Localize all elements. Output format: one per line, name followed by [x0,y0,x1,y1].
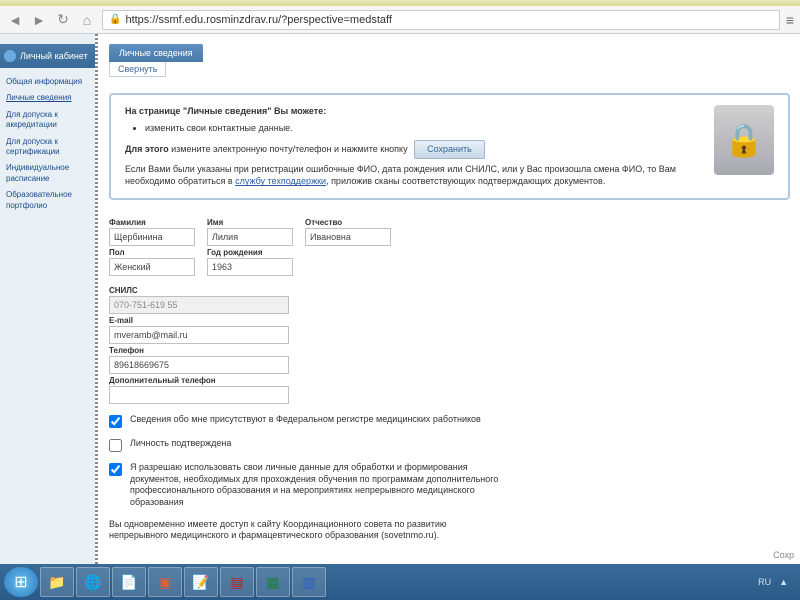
content-area: Личные сведения Свернуть На странице "Ли… [95,34,800,564]
padlock-image: 🔒 [714,105,774,175]
save-hint: Сохр [773,550,794,560]
snils-input [109,296,289,314]
system-tray[interactable]: RU ▲ [758,577,796,587]
sidebar-item-certification[interactable]: Для допуска к сертификации [0,134,95,161]
sex-input[interactable] [109,258,195,276]
task-chrome[interactable]: 🌐 [76,567,110,597]
menu-button[interactable]: ≡ [786,12,794,28]
notice-line3-b: , приложив сканы соответствующих подтвер… [326,176,605,186]
notice-bullet: изменить свои контактные данные. [145,122,704,135]
sidebar: Личный кабинет Общая информация Личные с… [0,34,95,564]
patronymic-input[interactable] [305,228,391,246]
page-tab-personal[interactable]: Личные сведения [109,44,203,62]
check-consent[interactable] [109,463,122,476]
lastname-input[interactable] [109,228,195,246]
task-libre[interactable]: 📄 [112,567,146,597]
sidebar-item-portfolio[interactable]: Образовательное портфолио [0,187,95,214]
home-button[interactable]: ⌂ [78,11,96,29]
check-identity[interactable] [109,439,122,452]
sidebar-item-personal[interactable]: Личные сведения [0,90,95,106]
task-ppt[interactable]: ▣ [148,567,182,597]
check-identity-label: Личность подтверждена [130,438,231,450]
notice-line2-a: Для этого [125,144,169,154]
birth-input[interactable] [207,258,293,276]
pane-divider[interactable] [95,34,98,564]
logo-text: Личный кабинет [20,51,88,61]
check-consent-label: Я разрешаю использовать свои личные данн… [130,462,510,509]
snils-label: СНИЛС [109,286,289,295]
patronymic-label: Отчество [305,218,391,227]
url-text: https://ssmf.edu.rosminzdrav.ru/?perspec… [125,14,391,26]
back-button[interactable]: ◄ [6,11,24,29]
support-link[interactable]: службу техподдержки [235,176,326,186]
firstname-input[interactable] [207,228,293,246]
personal-form: Фамилия Имя Отчество Пол [109,214,790,554]
phone-input[interactable] [109,356,289,374]
phone-label: Телефон [109,346,289,355]
birth-label: Год рождения [207,248,293,257]
reload-button[interactable]: ↻ [54,11,72,29]
phone2-label: Дополнительный телефон [109,376,289,385]
url-bar[interactable]: 🔒 https://ssmf.edu.rosminzdrav.ru/?persp… [102,10,780,30]
task-pdf[interactable]: ▤ [220,567,254,597]
lastname-label: Фамилия [109,218,195,227]
browser-toolbar: ◄ ► ↻ ⌂ 🔒 https://ssmf.edu.rosminzdrav.r… [0,6,800,34]
dual-access-info: Вы одновременно имеете доступ к сайту Ко… [109,519,489,542]
logo-icon [4,50,16,62]
firstname-label: Имя [207,218,293,227]
notice-title: На странице "Личные сведения" Вы можете: [125,106,326,116]
sex-label: Пол [109,248,195,257]
start-button[interactable] [4,567,38,597]
tray-up-icon[interactable]: ▲ [779,577,788,587]
email-input[interactable] [109,326,289,344]
taskbar: 📁 🌐 📄 ▣ 📝 ▤ ▦ ▧ RU ▲ [0,564,800,600]
collapse-link[interactable]: Свернуть [109,62,166,77]
notice-line2-b: измените электронную почту/телефон и наж… [169,144,408,154]
task-doc[interactable]: 📝 [184,567,218,597]
save-button-example[interactable]: Сохранить [414,140,485,159]
sidebar-item-schedule[interactable]: Индивидуальное расписание [0,160,95,187]
task-explorer[interactable]: 📁 [40,567,74,597]
task-excel[interactable]: ▦ [256,567,290,597]
tray-lang[interactable]: RU [758,577,771,587]
check-federal-label: Сведения обо мне присутствуют в Федераль… [130,414,481,426]
task-word[interactable]: ▧ [292,567,326,597]
phone2-input[interactable] [109,386,289,404]
notice-box: На странице "Личные сведения" Вы можете:… [109,93,790,200]
forward-button[interactable]: ► [30,11,48,29]
lock-icon: 🔒 [109,14,121,25]
check-federal-registry[interactable] [109,415,122,428]
email-label: E-mail [109,316,289,325]
sidebar-item-accreditation[interactable]: Для допуска к аккредитации [0,107,95,134]
sidebar-item-general[interactable]: Общая информация [0,74,95,90]
app-logo: Личный кабинет [0,44,95,68]
